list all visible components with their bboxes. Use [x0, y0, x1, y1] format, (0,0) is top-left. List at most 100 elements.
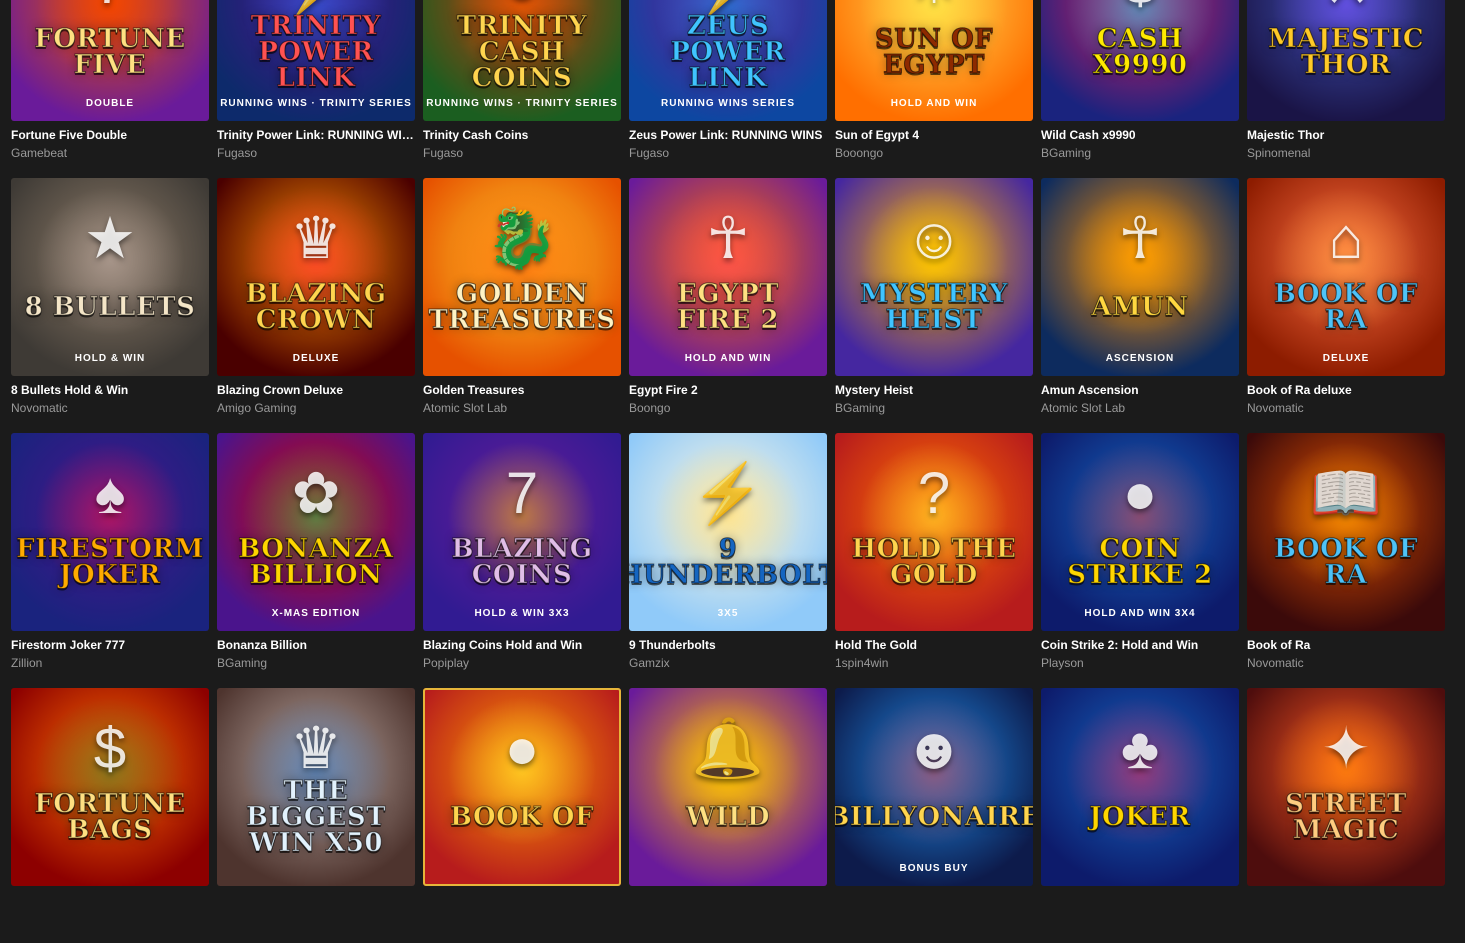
game-thumbnail[interactable]: ★ 8 Bullets Hold & Win [11, 178, 209, 376]
candy-icon: ✿ [291, 460, 341, 526]
game-card[interactable]: ♠ Firestorm Joker Firestorm Joker 777 Zilli… [11, 433, 209, 688]
game-card[interactable]: ⌂ Book of Ra Deluxe Book of Ra deluxe Novoma… [1247, 178, 1445, 433]
mask-icon: ☺ [904, 205, 964, 271]
game-card[interactable]: 🐉 Golden Treasures Golden Treasures Atomic … [423, 178, 621, 433]
game-card[interactable]: 🔔 Wild [629, 688, 827, 943]
game-title[interactable]: Firestorm Joker 777 [11, 637, 209, 653]
game-title[interactable]: Sun of Egypt 4 [835, 127, 1033, 143]
game-thumbnail[interactable]: $ Cash x9990 [1041, 0, 1239, 121]
game-card[interactable]: ♛ The Biggest Win x50 [217, 688, 415, 943]
game-card[interactable]: 📖 Book of Ra Book of Ra Novomatic [1247, 433, 1445, 688]
game-title[interactable]: Bonanza Billion [217, 637, 415, 653]
game-thumbnail[interactable]: 7 Fortune Five Double [11, 0, 209, 121]
game-title[interactable]: Hold The Gold [835, 637, 1033, 653]
thumbnail-logo-text: Majestic Thor [1267, 24, 1425, 80]
game-card[interactable]: ● Book of [423, 688, 621, 943]
game-title[interactable]: Trinity Power Link: RUNNING WINS [217, 127, 415, 143]
game-provider: Popiplay [423, 656, 470, 670]
game-card[interactable]: ☥ Egypt Fire 2 Hold and Win Egypt Fire 2 Boo… [629, 178, 827, 433]
game-title[interactable]: Blazing Crown Deluxe [217, 382, 415, 398]
game-card[interactable]: ♛ Blazing Crown Deluxe Blazing Crown Deluxe… [217, 178, 415, 433]
game-card[interactable]: ⚡ 9 Thunderbolts 3x5 9 Thunderbolts Gamzix [629, 433, 827, 688]
game-provider: Novomatic [1247, 401, 1304, 415]
game-card[interactable]: ⚒ Majestic Thor Majestic Thor Spinomenal [1247, 0, 1445, 178]
thumbnail-logo-text: Blazing Crown [245, 279, 387, 335]
thumbnail-logo-text: Trinity Power Link [250, 11, 382, 93]
game-thumbnail[interactable]: ● Book of [423, 688, 621, 886]
thumbnail-logo-text: 9 Thunderbolts [629, 534, 827, 590]
game-thumbnail[interactable]: ♛ Blazing Crown Deluxe [217, 178, 415, 376]
dragon-icon: 🐉 [485, 205, 559, 271]
game-card[interactable]: ☥ Amun Ascension Amun Ascension Atomic Slot … [1041, 178, 1239, 433]
game-thumbnail[interactable]: ♠ Firestorm Joker [11, 433, 209, 631]
game-provider: Gamebeat [11, 146, 68, 160]
game-card[interactable]: ? Hold the Gold Hold The Gold 1spin4win [835, 433, 1033, 688]
game-title[interactable]: Zeus Power Link: RUNNING WINS [629, 127, 827, 143]
game-title[interactable]: Trinity Cash Coins [423, 127, 621, 143]
thumbnail-logo-text: Joker [1089, 802, 1191, 832]
game-card[interactable]: $ Cash x9990 Wild Cash x9990 BGaming [1041, 0, 1239, 178]
game-title[interactable]: Coin Strike 2: Hold and Win [1041, 637, 1239, 653]
game-title[interactable]: Wild Cash x9990 [1041, 127, 1239, 143]
game-thumbnail[interactable]: ? Hold the Gold [835, 433, 1033, 631]
game-card[interactable]: 7 Blazing Coins Hold & Win 3x3 Blazing Coin… [423, 433, 621, 688]
game-card[interactable]: ⚡Trinity Power LinkRunning Wins · Trinit… [217, 0, 415, 178]
game-title[interactable]: Golden Treasures [423, 382, 621, 398]
thumbnail-subtitle: Deluxe [1322, 353, 1370, 364]
game-thumbnail[interactable]: ☺ Mystery Heist [835, 178, 1033, 376]
game-thumbnail[interactable]: $ Fortune Bags [11, 688, 209, 886]
game-title[interactable]: Majestic Thor [1247, 127, 1445, 143]
thumbnail-subtitle: Hold and Win [684, 353, 772, 364]
game-thumbnail[interactable]: ● Coin Strike 2 Hold and Win 3x4 [1041, 433, 1239, 631]
game-title[interactable]: 8 Bullets Hold & Win [11, 382, 209, 398]
game-thumbnail[interactable]: ♛ The Biggest Win x50 [217, 688, 415, 886]
game-card[interactable]: ●Trinity Cash CoinsRunning Wins · Trinit… [423, 0, 621, 178]
game-card[interactable]: ☻ Billyonaire Bonus Buy [835, 688, 1033, 943]
game-card[interactable]: ☺ Mystery Heist Mystery Heist BGaming [835, 178, 1033, 433]
game-thumbnail[interactable]: ⚡Trinity Power LinkRunning Wins · Trinit… [217, 0, 415, 121]
pharaoh-icon: ☥ [1118, 205, 1162, 271]
game-thumbnail[interactable]: ♣ Joker [1041, 688, 1239, 886]
game-title[interactable]: 9 Thunderbolts [629, 637, 827, 653]
game-thumbnail[interactable]: ⚒ Majestic Thor [1247, 0, 1445, 121]
game-provider: Fugaso [629, 146, 670, 160]
game-thumbnail[interactable]: ⚡Zeus Power LinkRunning Wins Series [629, 0, 827, 121]
game-card[interactable]: $ Fortune Bags [11, 688, 209, 943]
game-card[interactable]: 7 Fortune Five Double Fortune Five Double Ga… [11, 0, 209, 178]
bell-icon: 🔔 [691, 715, 765, 781]
game-thumbnail[interactable]: ☥ Egypt Fire 2 Hold and Win [629, 178, 827, 376]
game-provider: Novomatic [11, 401, 68, 415]
game-card[interactable]: ⚡Zeus Power LinkRunning Wins SeriesZeus … [629, 0, 827, 178]
game-thumbnail[interactable]: ☀ Sun of Egypt Hold and Win [835, 0, 1033, 121]
game-thumbnail[interactable]: ☥ Amun Ascension [1041, 178, 1239, 376]
game-thumbnail[interactable]: 📖 Book of Ra [1247, 433, 1445, 631]
game-card[interactable]: ♣ Joker [1041, 688, 1239, 943]
game-title[interactable]: Mystery Heist [835, 382, 1033, 398]
game-title[interactable]: Egypt Fire 2 [629, 382, 827, 398]
game-thumbnail[interactable]: 🔔 Wild [629, 688, 827, 886]
thumbnail-logo-text: Cash x9990 [1092, 24, 1188, 80]
game-title[interactable]: Fortune Five Double [11, 127, 209, 143]
thumbnail-logo-text: Zeus Power Link [670, 11, 786, 93]
game-thumbnail[interactable]: 7 Blazing Coins Hold & Win 3x3 [423, 433, 621, 631]
game-thumbnail[interactable]: ⚡ 9 Thunderbolts 3x5 [629, 433, 827, 631]
game-thumbnail[interactable]: ✦ Street Magic [1247, 688, 1445, 886]
crown-icon: ♛ [290, 715, 342, 781]
game-card[interactable]: ☀ Sun of Egypt Hold and Win Sun of Egypt 4 B… [835, 0, 1033, 178]
game-title[interactable]: Book of Ra [1247, 637, 1445, 653]
game-card[interactable]: ★ 8 Bullets Hold & Win 8 Bullets Hold & Win… [11, 178, 209, 433]
game-title[interactable]: Blazing Coins Hold and Win [423, 637, 621, 653]
game-card[interactable]: ✿ Bonanza Billion X-mas Edition Bonanza Bil… [217, 433, 415, 688]
game-thumbnail[interactable]: ✿ Bonanza Billion X-mas Edition [217, 433, 415, 631]
thumbnail-logo-text: Hold the Gold [851, 534, 1017, 590]
game-thumbnail[interactable]: ⌂ Book of Ra Deluxe [1247, 178, 1445, 376]
game-card[interactable]: ● Coin Strike 2 Hold and Win 3x4 Coin Strik… [1041, 433, 1239, 688]
game-title[interactable]: Amun Ascension [1041, 382, 1239, 398]
game-thumbnail[interactable]: ●Trinity Cash CoinsRunning Wins · Trinit… [423, 0, 621, 121]
game-title[interactable]: Book of Ra deluxe [1247, 382, 1445, 398]
game-thumbnail[interactable]: ☻ Billyonaire Bonus Buy [835, 688, 1033, 886]
game-card[interactable]: ✦ Street Magic [1247, 688, 1445, 943]
game-thumbnail[interactable]: 🐉 Golden Treasures [423, 178, 621, 376]
thumbnail-logo-text: Coin Strike 2 [1067, 534, 1213, 590]
thumbnail-logo-text: Trinity Cash Coins [456, 11, 588, 93]
